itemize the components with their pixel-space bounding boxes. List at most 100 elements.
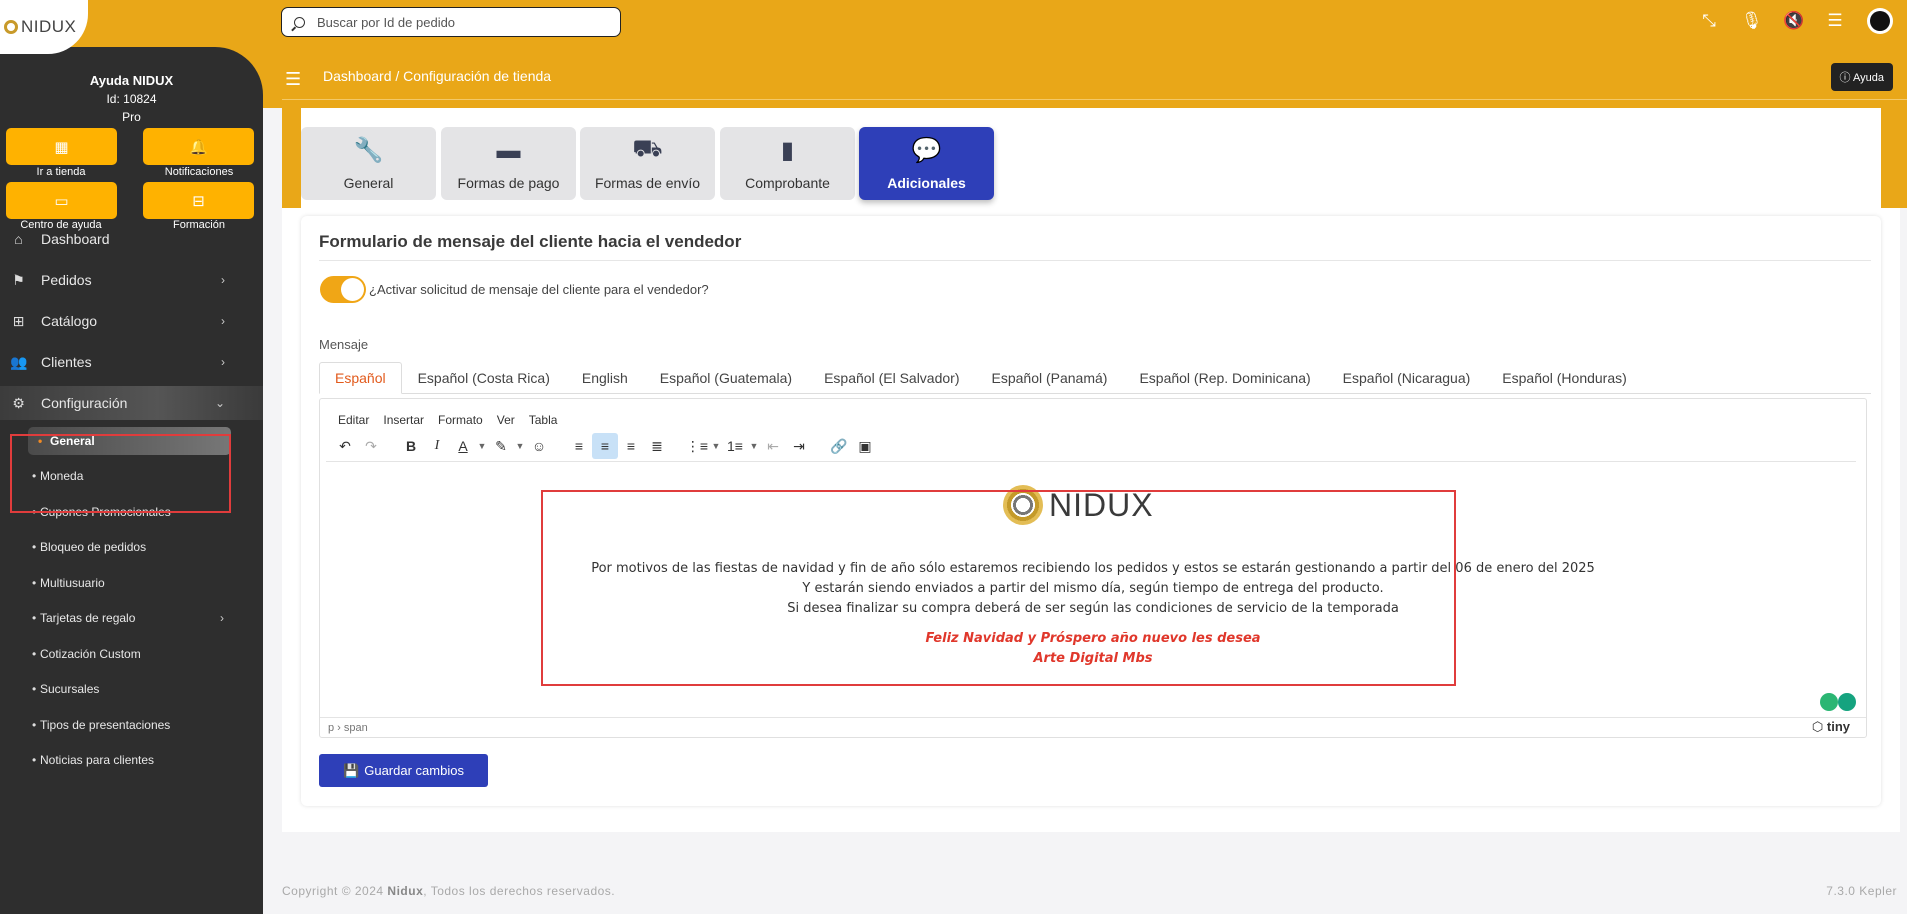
lang-tab-es-hn[interactable]: Español (Honduras)	[1486, 362, 1643, 394]
settings-icon: ⚙	[12, 394, 25, 411]
tab-formas-de-pago[interactable]: ▬ Formas de pago	[441, 127, 576, 200]
align-left-icon[interactable]: ≡	[566, 433, 592, 459]
nav-label: Pedidos	[41, 272, 92, 288]
menu-formato[interactable]: Formato	[438, 413, 483, 427]
chevron-right-icon: ›	[220, 611, 224, 625]
breadcrumb: Dashboard / Configuración de tienda	[323, 68, 551, 84]
sub-item-sucursales[interactable]: Sucursales	[32, 682, 99, 696]
numbered-list-icon[interactable]: 1≡	[722, 433, 748, 459]
align-justify-icon[interactable]: ≣	[644, 433, 670, 459]
sub-item-cotizacion[interactable]: Cotización Custom	[32, 647, 141, 661]
tab-label: Formas de envío	[594, 175, 701, 191]
link-icon[interactable]: 🔗	[826, 433, 852, 459]
emoji-icon[interactable]: ☺	[526, 433, 552, 459]
nav-item-pedidos[interactable]: ⚑ Pedidos ›	[0, 263, 263, 297]
tab-comprobante[interactable]: ▮ Comprobante	[720, 127, 855, 200]
tiny-logo[interactable]: ⬡ tiny	[1812, 719, 1850, 735]
training-button[interactable]: ⊟	[143, 182, 254, 219]
chevron-down-icon[interactable]: ▼	[476, 433, 488, 459]
redo-icon[interactable]: ↷	[358, 433, 384, 459]
italic-icon[interactable]: I	[424, 433, 450, 459]
search-icon	[294, 16, 305, 28]
breadcrumb-root[interactable]: Dashboard	[323, 68, 392, 84]
outdent-icon[interactable]: ⇤	[760, 433, 786, 459]
store-icon: ▦	[54, 138, 69, 156]
tab-formas-de-envio[interactable]: ⛟ Formas de envío	[580, 127, 715, 200]
accent-strip-right	[1881, 108, 1907, 208]
nav-item-clientes[interactable]: 👥 Clientes ›	[0, 345, 263, 379]
bullet-list-icon[interactable]: ⋮≡	[684, 433, 710, 459]
align-center-icon[interactable]: ≡	[592, 433, 618, 459]
help-center-button[interactable]: ▭	[6, 182, 117, 219]
image-icon[interactable]: ▣	[852, 433, 878, 459]
sub-item-tarjetas[interactable]: Tarjetas de regalo ›	[32, 611, 240, 625]
file-icon: ▮	[780, 137, 795, 164]
save-button[interactable]: 💾 Guardar cambios	[319, 754, 488, 787]
comment-icon: 💬	[911, 137, 942, 164]
activate-message-toggle[interactable]	[320, 276, 366, 303]
avatar[interactable]	[1867, 8, 1893, 34]
nav-label: Catálogo	[41, 313, 98, 329]
gift-icon: ⊟	[192, 192, 205, 210]
lang-tab-es[interactable]: Español	[319, 362, 402, 394]
editor-toolbar: ↶ ↷ B I A ▼ ✎ ▼ ☺ ≡ ≡ ≡ ≣ ⋮≡ ▼ 1≡ ▼ ⇤ ⇥ …	[332, 433, 878, 459]
lightbulb-icon[interactable]	[1820, 693, 1838, 711]
chevron-right-icon: ›	[221, 273, 225, 287]
nav-item-dashboard[interactable]: ⌂ Dashboard	[0, 222, 263, 256]
user-name: Ayuda NIDUX	[89, 73, 174, 88]
indent-icon[interactable]: ⇥	[786, 433, 812, 459]
sub-item-bloqueo[interactable]: Bloqueo de pedidos	[32, 540, 146, 554]
menu-tabla[interactable]: Tabla	[529, 413, 558, 427]
lang-tab-es-sv[interactable]: Español (El Salvador)	[808, 362, 975, 394]
users-icon: 👥	[10, 353, 28, 370]
lang-tab-es-gt[interactable]: Español (Guatemala)	[644, 362, 808, 394]
lang-tab-es-do[interactable]: Español (Rep. Dominicana)	[1123, 362, 1326, 394]
hamburger-menu-icon[interactable]: ☰	[285, 69, 301, 90]
sliders-icon[interactable]: ☰	[1825, 11, 1845, 31]
help-button[interactable]: ⓘ Ayuda	[1830, 63, 1893, 91]
search-input[interactable]	[317, 14, 597, 30]
sub-item-multiusuario[interactable]: Multiusuario	[32, 576, 105, 590]
search-box[interactable]	[281, 7, 621, 37]
lang-tab-es-ni[interactable]: Español (Nicaragua)	[1327, 362, 1487, 394]
notifications-label: Notificaciones	[164, 166, 234, 178]
menu-insertar[interactable]: Insertar	[383, 413, 424, 427]
chevron-down-icon[interactable]: ▼	[748, 433, 760, 459]
breadcrumb-current: Configuración de tienda	[403, 68, 552, 84]
divider	[319, 260, 1871, 261]
microphone-icon[interactable]: 🎙	[1741, 11, 1763, 31]
chevron-down-icon[interactable]: ▼	[710, 433, 722, 459]
sub-item-presentaciones[interactable]: Tipos de presentaciones	[32, 718, 170, 732]
sitemap-icon: ⊞	[12, 312, 25, 329]
mute-icon[interactable]: 🔇	[1783, 11, 1804, 31]
chevron-down-icon[interactable]: ▼	[514, 433, 526, 459]
element-path[interactable]: p › span	[328, 722, 368, 734]
lang-tab-es-pa[interactable]: Español (Panamá)	[976, 362, 1124, 394]
footer-copyright: Copyright © 2024 Nidux, Todos los derech…	[282, 884, 615, 898]
top-icons: ⤡ 🎙 🔇 ☰	[1699, 8, 1893, 34]
notifications-button[interactable]: 🔔	[143, 128, 254, 165]
footer-brand[interactable]: Nidux	[387, 884, 423, 898]
tab-adicionales[interactable]: 💬 Adicionales	[859, 127, 994, 200]
highlight-color-icon[interactable]: ✎	[488, 433, 514, 459]
tab-general[interactable]: 🔧 General	[301, 127, 436, 200]
grammarly-icon[interactable]	[1838, 693, 1856, 711]
go-to-store-button[interactable]: ▦	[6, 128, 117, 165]
lang-tab-en[interactable]: English	[566, 362, 644, 394]
user-icon	[1870, 11, 1890, 31]
bold-icon[interactable]: B	[398, 433, 424, 459]
nav-label: Clientes	[41, 354, 92, 370]
menu-editar[interactable]: Editar	[338, 413, 369, 427]
tab-label: Adicionales	[887, 175, 966, 191]
book-icon: ▭	[54, 192, 69, 210]
lang-tab-es-cr[interactable]: Español (Costa Rica)	[402, 362, 566, 394]
undo-icon[interactable]: ↶	[332, 433, 358, 459]
nav-item-catalogo[interactable]: ⊞ Catálogo ›	[0, 304, 263, 338]
sidebar: Ayuda NIDUX Id: 10824 Pro ▦ Ir a tienda …	[0, 47, 263, 914]
text-color-icon[interactable]: A	[450, 433, 476, 459]
sub-item-noticias[interactable]: Noticias para clientes	[32, 753, 154, 767]
nav-item-configuracion[interactable]: ⚙ Configuración ⌄	[0, 386, 263, 420]
compress-icon[interactable]: ⤡	[1699, 11, 1719, 31]
menu-ver[interactable]: Ver	[497, 413, 515, 427]
align-right-icon[interactable]: ≡	[618, 433, 644, 459]
